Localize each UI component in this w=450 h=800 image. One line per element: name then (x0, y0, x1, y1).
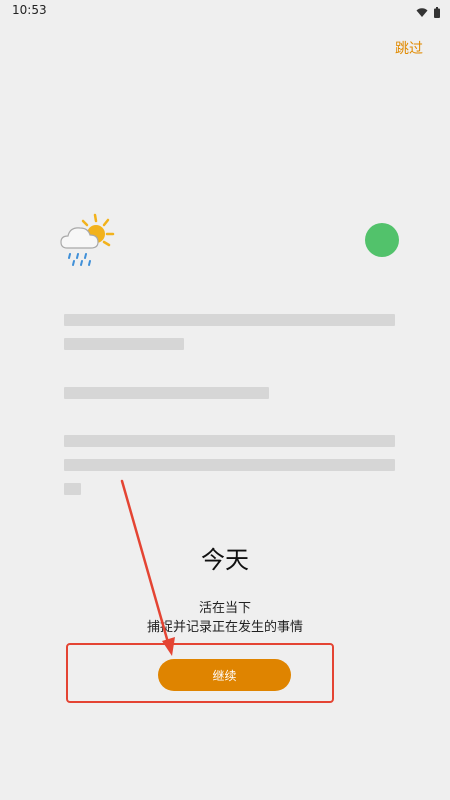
placeholder-bar (64, 314, 395, 326)
partly-cloudy-rain-icon (58, 212, 118, 276)
placeholder-bar (64, 435, 395, 447)
status-time: 10:53 (12, 3, 47, 17)
placeholder-bar (64, 459, 395, 471)
status-icons (416, 3, 440, 22)
placeholder-bar (64, 338, 184, 350)
page-title: 今天 (201, 546, 249, 574)
skip-button[interactable]: 跳过 (395, 38, 423, 58)
status-bar: 10:53 (0, 0, 450, 22)
continue-button[interactable]: 继续 (158, 659, 291, 691)
placeholder-bar (64, 387, 269, 399)
battery-icon (434, 3, 440, 22)
wifi-icon (416, 3, 428, 22)
subtitle-line-2: 捕捉并记录正在发生的事情 (146, 620, 303, 635)
placeholder-bar (64, 483, 81, 495)
status-dot (365, 223, 399, 257)
subtitle-line-1: 活在当下 (198, 601, 251, 616)
